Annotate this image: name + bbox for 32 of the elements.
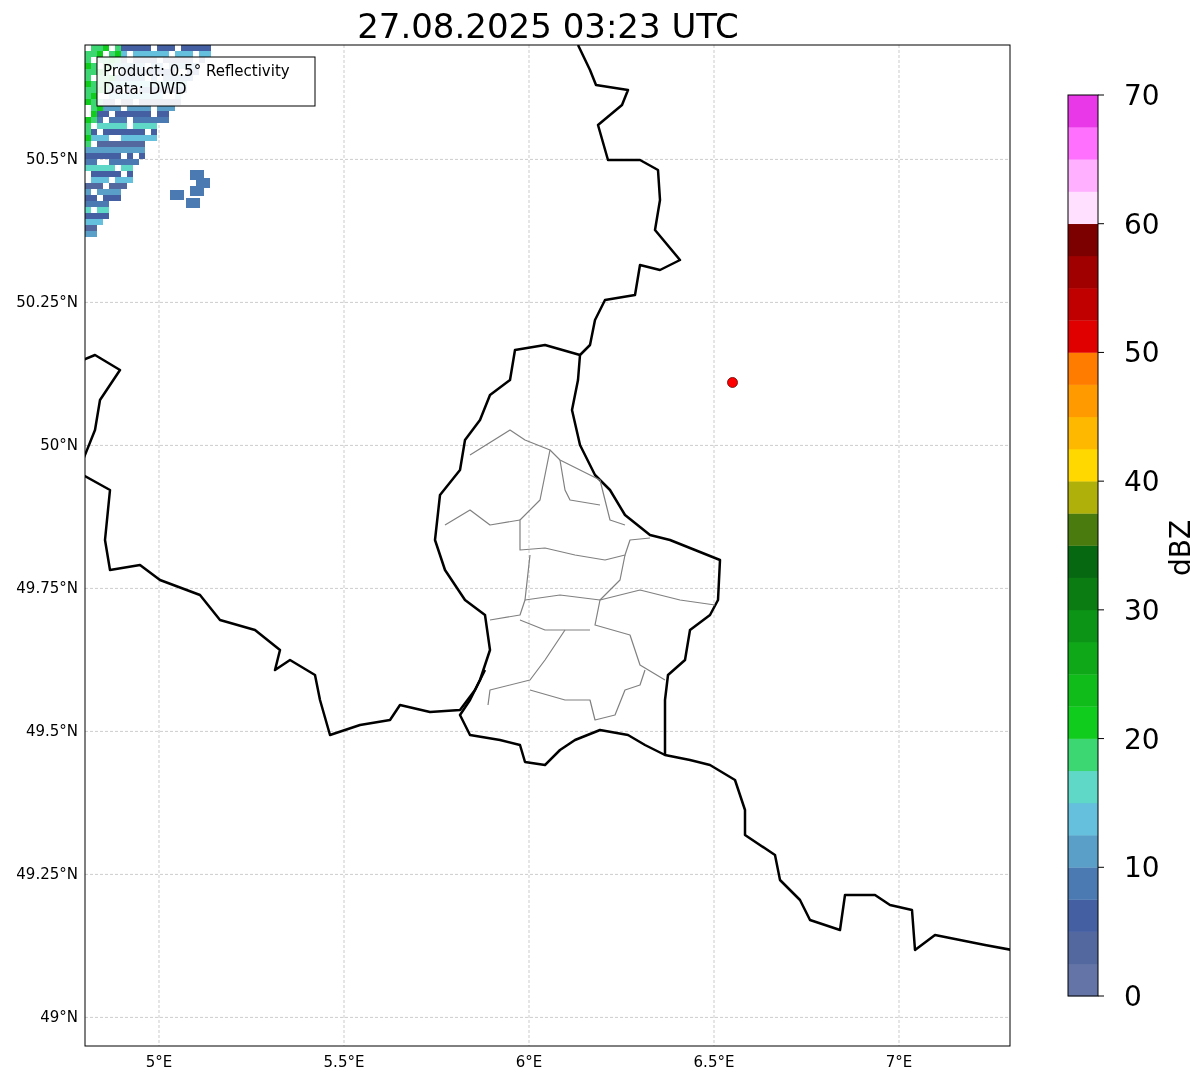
colorbar-label: dBZ	[1164, 519, 1197, 577]
colorbar-tick-label: 40	[1124, 465, 1160, 499]
colorbar-tick-label: 50	[1124, 336, 1160, 370]
tick-mark	[1097, 480, 1105, 482]
colorbar-tick-label: 10	[1124, 851, 1160, 885]
axis-tick-label: 5.5°E	[323, 1053, 365, 1071]
info-text: Product: 0.5° Reflectivity	[103, 62, 290, 80]
colorbar-tick-label: 30	[1124, 593, 1160, 627]
axis-tick-label: 5°E	[145, 1053, 173, 1071]
axis-tick-label: 50.25°N	[16, 293, 78, 312]
tick-mark	[1097, 866, 1105, 868]
axis-tick-label: 49.75°N	[16, 579, 78, 598]
tick-mark	[1097, 995, 1105, 997]
colorbar-tick-label: 20	[1124, 722, 1160, 756]
tick-mark	[1097, 351, 1105, 353]
axis-tick-label: 50°N	[40, 436, 78, 455]
axis-tick-label: 7°E	[885, 1053, 913, 1071]
axis-tick-label: 49.5°N	[25, 722, 78, 741]
tick-mark	[1097, 609, 1105, 611]
tick-mark	[1097, 94, 1105, 96]
axis-tick-label: 6.5°E	[693, 1053, 735, 1071]
tick-mark	[1097, 738, 1105, 740]
map-title: 27.08.2025 03:23 UTC	[357, 6, 739, 46]
info-text: Data: DWD	[103, 80, 187, 98]
colorbar-tick-label: 0	[1124, 980, 1142, 1013]
tick-mark	[1097, 223, 1105, 225]
colorbar-tick-label: 60	[1124, 207, 1160, 241]
axis-tick-label: 6°E	[515, 1053, 543, 1071]
axis-tick-label: 50.5°N	[25, 150, 78, 169]
colorbar-tick-label: 70	[1124, 79, 1160, 112]
axis-tick-label: 49°N	[40, 1008, 78, 1027]
axis-tick-label: 49.25°N	[16, 865, 78, 884]
